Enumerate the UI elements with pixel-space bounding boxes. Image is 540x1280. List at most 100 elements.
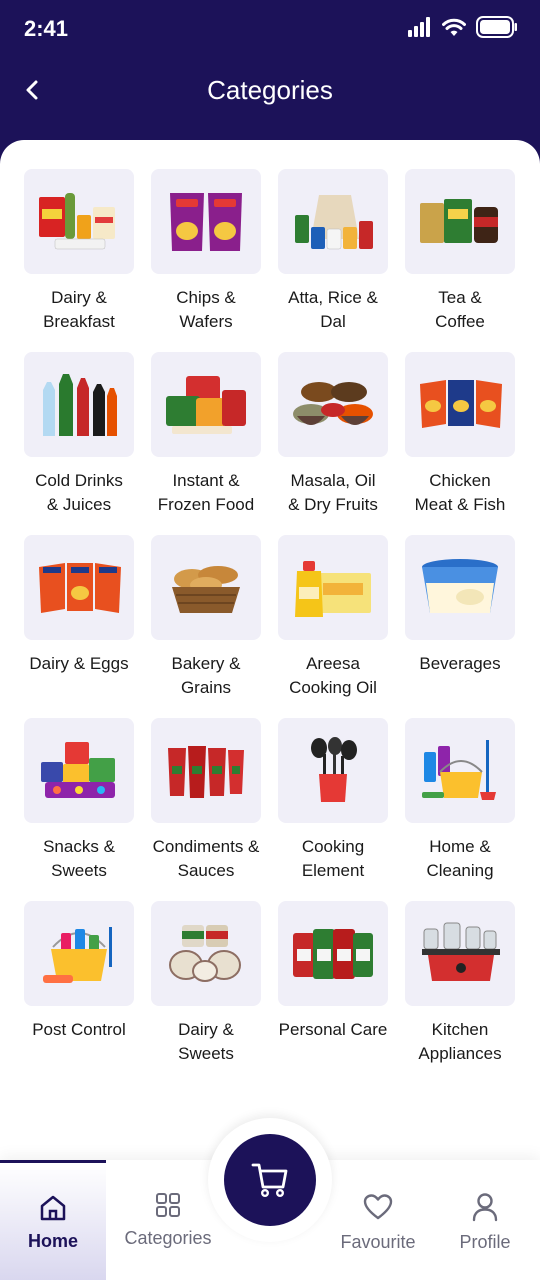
battery-icon [476,16,517,38]
category-image [151,901,261,1006]
category-label: Personal Care [278,1020,388,1039]
home-icon [40,1193,66,1223]
category-cold-drinks-juices[interactable]: Cold Drinks & Juices [24,352,134,535]
category-dairy-eggs[interactable]: Dairy & Eggs [24,535,134,718]
category-label: Instant & Frozen Food [157,471,255,514]
category-cooking-element[interactable]: Cooking Element [278,718,388,901]
category-label: Chicken Meat & Fish [414,471,506,514]
category-label: Dairy & Breakfast [43,288,115,331]
category-tea-coffee[interactable]: Tea & Coffee [405,169,515,352]
category-label: Bakery & Grains [171,654,241,697]
category-image [151,718,261,823]
category-label: Masala, Oil & Dry Fruits [288,471,378,514]
category-chicken-meat-fish[interactable]: Chicken Meat & Fish [405,352,515,535]
cereal-boxes-icon [39,192,115,249]
category-dairy-sweets[interactable]: Dairy & Sweets [151,901,261,1084]
cart-button-ring [208,1118,332,1242]
instant-food-packs-icon [166,375,246,434]
category-chips-wafers[interactable]: Chips & Wafers [151,169,261,352]
nav-home[interactable]: Home [0,1160,106,1280]
cleaning-supplies-icon [43,926,112,983]
category-label: Chips & Wafers [176,288,236,331]
nav-favourite-label: Favourite [340,1232,416,1252]
chips-packets-icon [170,192,242,251]
category-image [24,169,134,274]
rice-bags-icon [293,928,373,979]
grain-sacks-icon [295,194,373,249]
category-label: Tea & Coffee [435,288,485,331]
cleaning-bucket-icon [422,739,496,800]
category-image [405,169,515,274]
category-label: Areesa Cooking Oil [289,654,377,697]
category-kitchen-appliances[interactable]: Kitchen Appliances [405,901,515,1084]
category-image [24,901,134,1006]
category-image [151,535,261,640]
category-areesa-cooking-oil[interactable]: Areesa Cooking Oil [278,535,388,718]
nav-profile[interactable]: Profile [440,1160,530,1280]
nav-favourite[interactable]: Favourite [330,1160,426,1280]
sweet-tins-icon [169,924,241,982]
category-dairy-breakfast[interactable]: Dairy & Breakfast [24,169,134,352]
soda-bottles-icon [43,373,117,436]
status-bar: 2:41 [0,0,540,60]
ice-cream-tub-icon [422,558,498,613]
category-image [278,535,388,640]
category-instant-frozen-food[interactable]: Instant & Frozen Food [151,352,261,535]
category-image [405,901,515,1006]
category-image [405,352,515,457]
category-label: Kitchen Appliances [418,1020,502,1063]
category-snacks-sweets[interactable]: Snacks & Sweets [24,718,134,901]
grid-icon [155,1190,181,1220]
page-title: Categories [207,75,333,105]
user-icon [471,1192,499,1222]
category-label: Dairy & Eggs [29,654,129,673]
category-personal-care[interactable]: Personal Care [278,901,388,1084]
category-image [151,169,261,274]
category-image [24,352,134,457]
sweets-pile-icon [41,741,115,798]
category-label: Home & Cleaning [426,837,494,880]
status-time: 2:41 [24,16,69,41]
cellular-signal-icon [408,17,430,37]
category-label: Post Control [32,1020,126,1039]
category-beverages[interactable]: Beverages [405,535,515,718]
nav-profile-label: Profile [459,1232,511,1252]
category-masala-oil-dry-fruits[interactable]: Masala, Oil & Dry Fruits [278,352,388,535]
category-image [24,535,134,640]
category-image [405,535,515,640]
mixer-grinder-icon [422,922,500,981]
sauce-pouches-icon [168,745,244,798]
category-image [24,718,134,823]
category-label: Snacks & Sweets [43,837,115,880]
cart-button[interactable] [224,1134,316,1226]
cart-icon [251,1163,288,1198]
category-grid: Dairy & Breakfast Chips & Wafers Atta, R… [24,169,515,1084]
wifi-icon [442,18,466,36]
bread-basket-icon [172,565,240,613]
category-label: Beverages [419,654,501,673]
category-label: Condiments & Sauces [152,837,260,880]
tea-coffee-packs-icon [420,198,498,243]
category-label: Atta, Rice & Dal [288,288,378,331]
category-post-control[interactable]: Post Control [24,901,134,1084]
status-icons [408,16,518,38]
kitchen-utensils-icon [311,736,357,802]
category-image [278,352,388,457]
category-atta-rice-dal[interactable]: Atta, Rice & Dal [278,169,388,352]
category-label: Cold Drinks & Juices [35,471,123,514]
spice-bowls-icon [293,381,373,425]
category-image [405,718,515,823]
categories-panel: Dairy & Breakfast Chips & Wafers Atta, R… [0,140,540,1280]
category-bakery-grains[interactable]: Bakery & Grains [151,535,261,718]
category-label: Cooking Element [301,837,365,880]
oil-bottle-icon [295,560,371,617]
category-label: Dairy & Sweets [178,1020,234,1063]
heart-icon [363,1192,393,1222]
snack-packets-icon [420,379,502,428]
category-home-cleaning[interactable]: Home & Cleaning [405,718,515,901]
category-image [278,901,388,1006]
nav-categories[interactable]: Categories [113,1160,223,1280]
category-image [278,169,388,274]
snack-packets-icon [39,562,121,613]
category-condiments-sauces[interactable]: Condiments & Sauces [151,718,261,901]
